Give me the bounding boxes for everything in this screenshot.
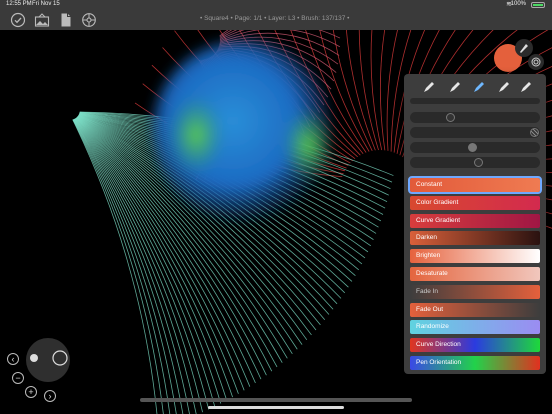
brush-type-row	[404, 78, 546, 96]
battery-percent: 100%	[510, 1, 526, 7]
status-date: Fri Nov 15	[32, 1, 60, 7]
dynamics-option[interactable]: Desaturate	[410, 267, 540, 281]
document-icon[interactable]	[58, 12, 74, 28]
status-time: 12:55 PM	[6, 1, 32, 7]
checkmark-icon[interactable]	[10, 12, 26, 28]
dynamics-option[interactable]: Curve Direction	[410, 338, 540, 353]
curve-knob[interactable]	[474, 158, 483, 167]
zoom-in-icon[interactable]: +	[25, 386, 37, 398]
dynamics-option[interactable]: Fade Out	[410, 302, 540, 317]
dynamics-option[interactable]: Color Gradient	[410, 195, 540, 210]
battery-icon	[531, 2, 545, 8]
dynamics-option[interactable]: Pen Orientation	[410, 356, 540, 370]
navigation-controls: ‹ − + ›	[2, 334, 82, 414]
dynamics-option[interactable]: Randomize	[410, 320, 540, 335]
texture-slider[interactable]	[410, 127, 540, 138]
dynamics-option[interactable]: Darken	[410, 231, 540, 246]
status-bar: 12:55 PM Fri Nov 15 ≋ 100%	[0, 0, 552, 10]
curve-slider[interactable]	[410, 157, 540, 168]
top-toolbar: • Square4 • Page: 1/1 • Layer: L3 • Brus…	[0, 10, 552, 30]
brush-icon[interactable]	[422, 80, 436, 94]
size-slider[interactable]	[410, 112, 540, 123]
size-knob[interactable]	[446, 113, 455, 122]
back-arrow-icon[interactable]: ‹	[7, 353, 19, 365]
brush-preview-bar	[410, 98, 540, 104]
document-info: • Square4 • Page: 1/1 • Layer: L3 • Brus…	[200, 15, 350, 22]
gallery-icon[interactable]	[34, 12, 50, 28]
marker-icon[interactable]	[497, 80, 511, 94]
layers-button[interactable]	[528, 54, 544, 70]
dynamics-option[interactable]: Constant	[408, 176, 542, 194]
eraser-icon[interactable]	[519, 80, 533, 94]
texture-knob[interactable]	[530, 128, 539, 137]
forward-arrow-icon[interactable]: ›	[44, 390, 56, 402]
pen-icon[interactable]	[448, 80, 462, 94]
dynamics-option[interactable]: Fade In	[410, 284, 540, 299]
zoom-out-icon[interactable]: −	[12, 372, 24, 384]
settings-gear-icon[interactable]	[81, 12, 97, 28]
tool-cluster	[494, 36, 546, 76]
dynamics-option[interactable]: Brighten	[410, 249, 540, 264]
dynamics-option[interactable]: Curve Gradient	[410, 213, 540, 228]
brush-dynamics-panel: Constant Color Gradient Curve Gradient Dark…	[404, 74, 546, 374]
scroll-bar[interactable]	[140, 398, 412, 402]
opacity-slider[interactable]	[410, 142, 540, 153]
opacity-knob[interactable]	[468, 143, 477, 152]
home-indicator[interactable]	[208, 406, 344, 409]
airbrush-icon[interactable]	[472, 80, 486, 94]
